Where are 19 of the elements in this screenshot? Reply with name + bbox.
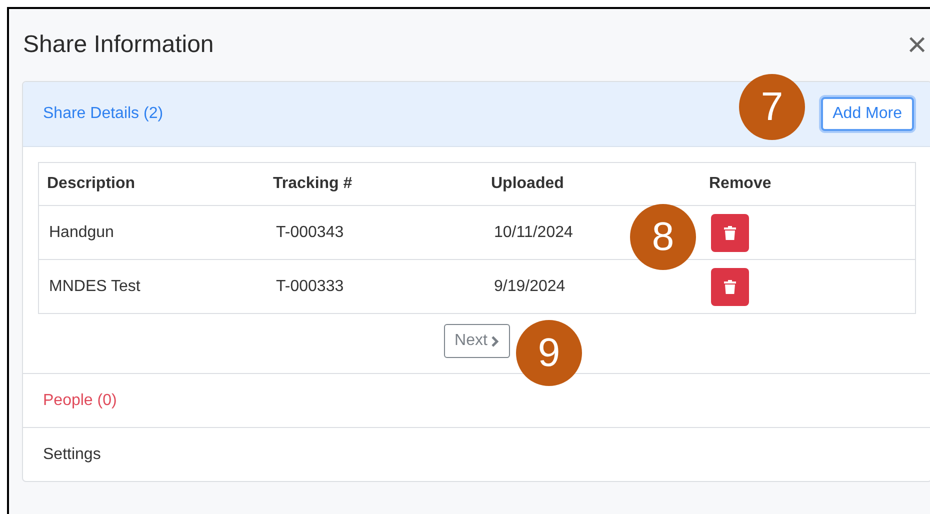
remove-button[interactable] <box>711 268 749 306</box>
column-header: Remove <box>701 162 916 206</box>
trash-icon <box>724 280 736 294</box>
column-header: Tracking # <box>265 162 483 206</box>
table-cell: T-000333 <box>265 260 483 314</box>
close-button[interactable]: × <box>907 28 927 62</box>
chevron-icon <box>491 336 500 346</box>
section-header[interactable]: Settings <box>23 427 930 481</box>
add-more-button[interactable]: Add More <box>820 97 914 131</box>
section-title[interactable]: Share Details (2) <box>43 105 164 123</box>
trash-icon <box>724 226 736 240</box>
section-title[interactable]: People (0) <box>43 392 117 410</box>
dialog-title: Share Information <box>23 31 214 59</box>
column-header: Description <box>38 162 265 206</box>
table-cell: Handgun <box>38 206 265 260</box>
remove-button[interactable] <box>711 214 749 252</box>
section-title[interactable]: Settings <box>43 446 101 464</box>
table-cell: T-000343 <box>265 206 483 260</box>
table-cell: MNDES Test <box>38 260 265 314</box>
